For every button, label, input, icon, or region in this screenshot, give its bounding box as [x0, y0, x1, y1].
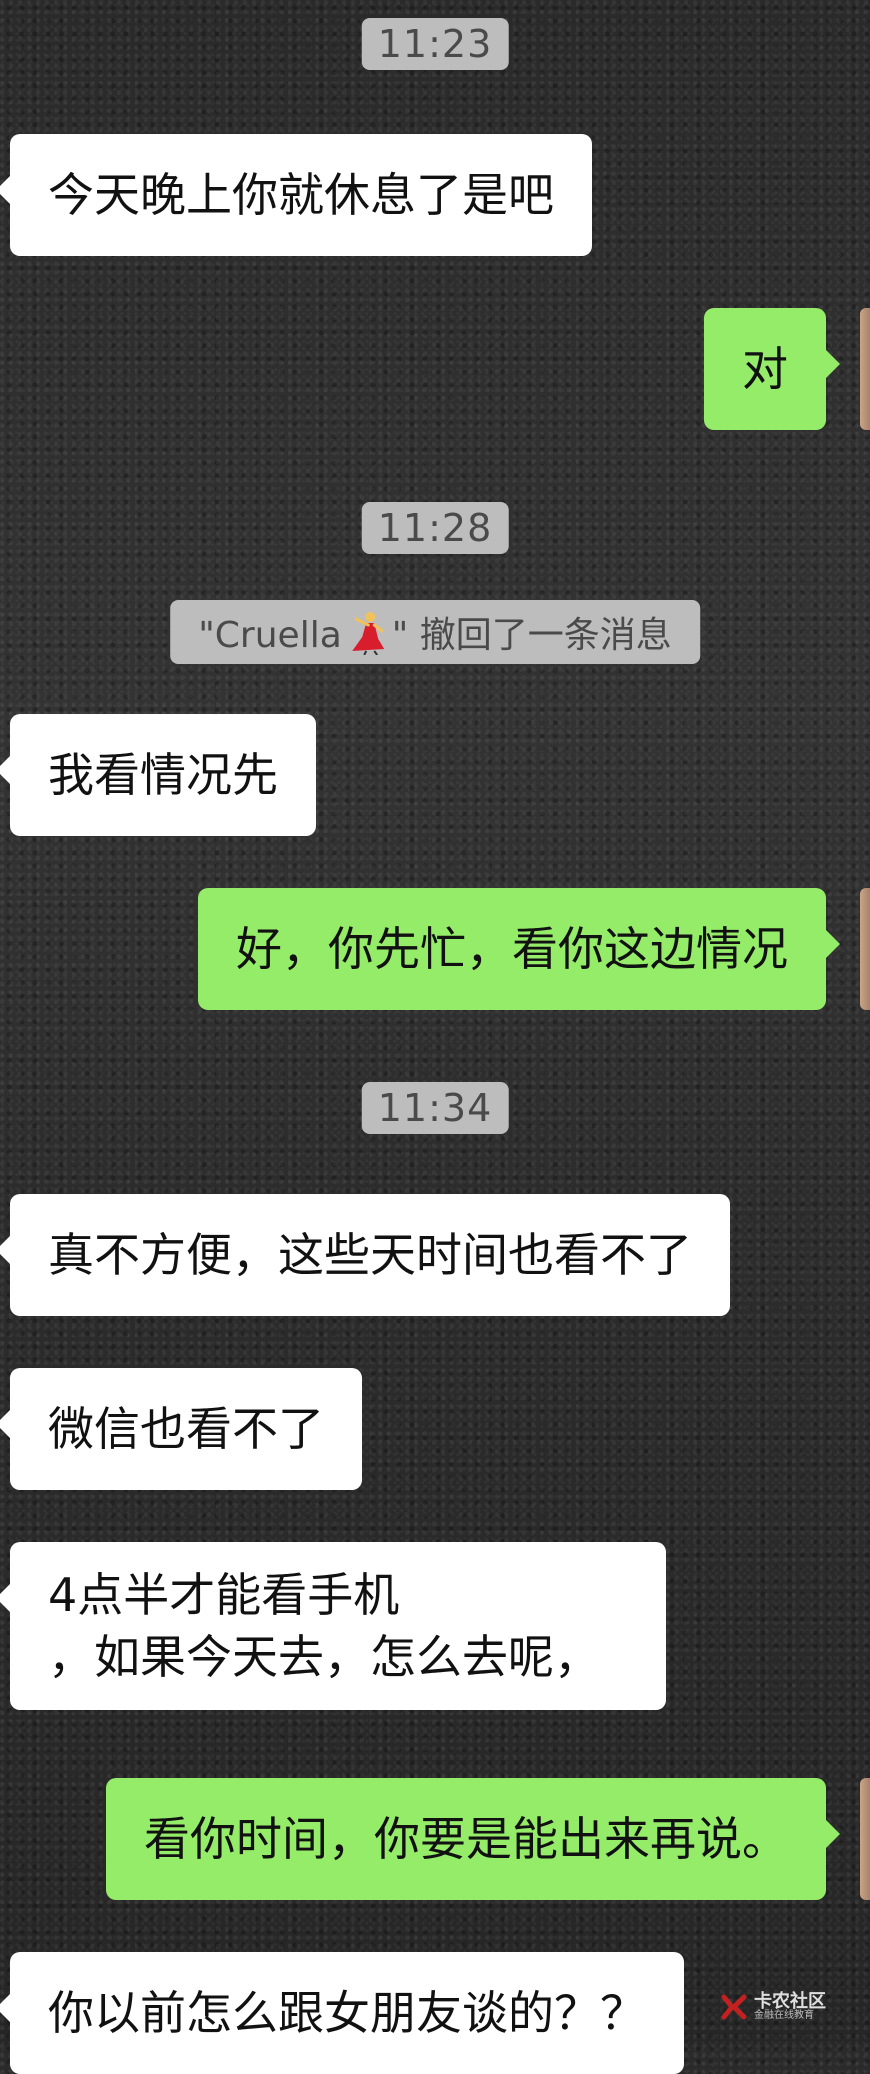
- recall-notice: "Cruella " 撤回了一条消息: [170, 600, 700, 664]
- incoming-message[interactable]: 微信也看不了: [0, 1368, 362, 1490]
- incoming-message[interactable]: 我看情况先: [0, 714, 316, 836]
- dancer-icon: [351, 612, 384, 655]
- incoming-message[interactable]: 你以前怎么跟女朋友谈的？？: [0, 1952, 684, 2074]
- recall-text-suffix: " 撤回了一条消息: [391, 615, 672, 656]
- watermark-sub-text: 金融在线教育: [754, 2010, 814, 2021]
- recall-text-prefix: "Cruella: [198, 615, 342, 656]
- incoming-message[interactable]: 真不方便，这些天时间也看不了: [0, 1194, 730, 1316]
- timestamp: 11:34: [361, 1082, 509, 1134]
- watermark-text: 卡农社区 金融在线教育: [754, 1993, 826, 2021]
- outgoing-message[interactable]: 好，你先忙，看你这边情况: [198, 888, 840, 1010]
- watermark: 卡农社区 金融在线教育: [720, 1993, 826, 2021]
- incoming-message[interactable]: 4点半才能看手机 ，如果今天去，怎么去呢，: [0, 1542, 666, 1710]
- chat-area: 11:23 今天晚上你就休息了是吧 对 11:28 "Cruella " 撤回了…: [0, 0, 870, 2074]
- avatar[interactable]: [860, 308, 870, 430]
- timestamp: 11:23: [361, 18, 509, 70]
- watermark-logo-icon: [721, 1994, 747, 2020]
- avatar[interactable]: [860, 888, 870, 1010]
- outgoing-message[interactable]: 看你时间，你要是能出来再说。: [106, 1778, 840, 1900]
- timestamp: 11:28: [361, 502, 509, 554]
- incoming-message[interactable]: 今天晚上你就休息了是吧: [0, 134, 592, 256]
- outgoing-message[interactable]: 对: [704, 308, 840, 430]
- watermark-main-text: 卡农社区: [754, 1991, 826, 2012]
- message-line: ，如果今天去，怎么去呢，: [48, 1630, 600, 1684]
- avatar[interactable]: [860, 1778, 870, 1900]
- message-line: 4点半才能看手机: [48, 1568, 400, 1622]
